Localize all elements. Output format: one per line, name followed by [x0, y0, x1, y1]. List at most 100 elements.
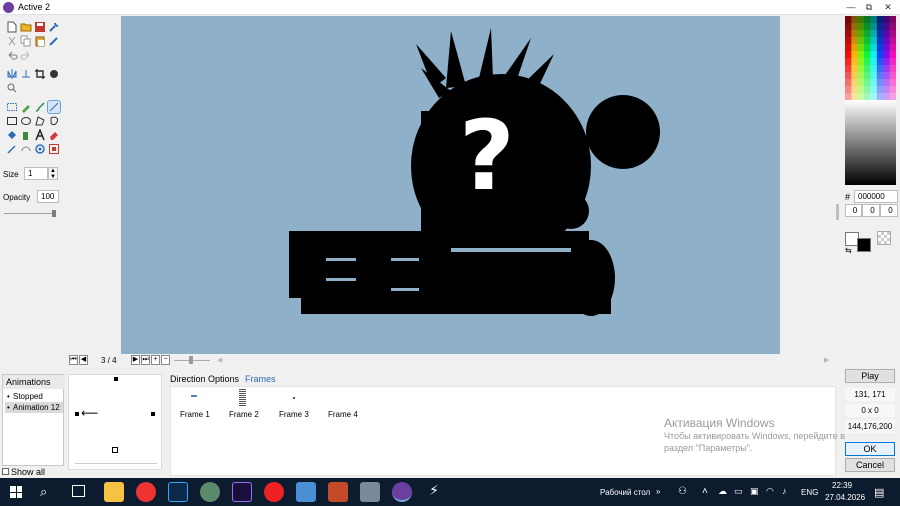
- opacity-slider-thumb[interactable]: [52, 210, 56, 217]
- tab-frames[interactable]: Frames: [245, 374, 276, 384]
- palette-swatch[interactable]: [851, 16, 859, 24]
- palette-swatch[interactable]: [870, 16, 878, 24]
- palette-swatch[interactable]: [845, 86, 852, 94]
- color-palette[interactable]: [845, 16, 897, 101]
- palette-swatch[interactable]: [857, 72, 865, 80]
- palette-swatch[interactable]: [876, 86, 884, 94]
- palette-swatch[interactable]: [883, 23, 891, 31]
- palette-swatch[interactable]: [883, 58, 891, 66]
- animate-icon[interactable]: [232, 482, 252, 502]
- palette-swatch[interactable]: [864, 51, 871, 59]
- task-view-icon[interactable]: [72, 485, 85, 497]
- palette-swatch[interactable]: [845, 58, 852, 66]
- palette-swatch[interactable]: [889, 23, 897, 31]
- palette-swatch[interactable]: [845, 23, 852, 31]
- palette-swatch[interactable]: [857, 65, 865, 73]
- palette-swatch[interactable]: [864, 65, 871, 73]
- animation-item-stopped[interactable]: Stopped: [5, 391, 63, 402]
- palette-swatch[interactable]: [883, 51, 891, 59]
- palette-swatch[interactable]: [851, 30, 859, 38]
- wrench-icon[interactable]: [48, 21, 60, 33]
- undo-icon[interactable]: [6, 49, 18, 61]
- messenger-icon[interactable]: [296, 482, 316, 502]
- palette-swatch[interactable]: [883, 16, 891, 24]
- size-input[interactable]: 1: [24, 167, 48, 180]
- palette-swatch[interactable]: [883, 86, 891, 94]
- palette-swatch[interactable]: [883, 93, 891, 101]
- show-all-checkbox[interactable]: [2, 468, 9, 475]
- palette-swatch[interactable]: [857, 37, 865, 45]
- palette-swatch[interactable]: [876, 37, 884, 45]
- palette-swatch[interactable]: [883, 65, 891, 73]
- palette-swatch[interactable]: [883, 44, 891, 52]
- palette-swatch[interactable]: [845, 30, 852, 38]
- text-tool-icon[interactable]: [34, 129, 46, 141]
- animation-item-selected[interactable]: Animation 12: [5, 402, 63, 413]
- notifications-icon[interactable]: ▤: [874, 486, 884, 499]
- clickteam-icon[interactable]: [392, 482, 412, 502]
- palette-swatch[interactable]: [889, 44, 897, 52]
- display-icon[interactable]: ▣: [750, 486, 759, 497]
- browser-icon[interactable]: [200, 482, 220, 502]
- palette-swatch[interactable]: [870, 86, 878, 94]
- crop-icon[interactable]: [34, 68, 46, 80]
- palette-swatch[interactable]: [870, 79, 878, 87]
- palette-swatch[interactable]: [845, 44, 852, 52]
- palette-swatch[interactable]: [889, 86, 897, 94]
- network-icon[interactable]: [360, 482, 380, 502]
- palette-swatch[interactable]: [845, 93, 852, 101]
- frame-slider-thumb[interactable]: [189, 356, 193, 364]
- clock-time[interactable]: 22:39: [832, 481, 852, 490]
- palette-swatch[interactable]: [864, 72, 871, 80]
- palette-swatch[interactable]: [883, 30, 891, 38]
- ok-button[interactable]: OK: [845, 442, 895, 456]
- hscroll-right-icon[interactable]: ▶: [824, 356, 829, 364]
- frame-thumbnail[interactable]: [293, 397, 295, 399]
- frame-thumbnail[interactable]: [239, 389, 246, 407]
- remove-frame-button[interactable]: −: [161, 355, 170, 365]
- palette-swatch[interactable]: [876, 16, 884, 24]
- palette-swatch[interactable]: [845, 65, 852, 73]
- palette-swatch[interactable]: [876, 93, 884, 101]
- line-tool-icon[interactable]: [47, 100, 61, 114]
- opacity-input[interactable]: 100: [37, 190, 59, 203]
- palette-swatch[interactable]: [889, 16, 897, 24]
- polygon-icon[interactable]: [34, 115, 46, 127]
- frame-thumbnail[interactable]: [191, 395, 197, 397]
- eraser-icon[interactable]: [48, 129, 60, 141]
- desktop-chevron-icon[interactable]: »: [656, 487, 660, 496]
- palette-swatch[interactable]: [889, 72, 897, 80]
- palette-swatch[interactable]: [870, 65, 878, 73]
- action-point-icon[interactable]: [48, 143, 60, 155]
- palette-swatch[interactable]: [864, 23, 871, 31]
- file-explorer-icon[interactable]: [104, 482, 124, 502]
- palette-swatch[interactable]: [857, 86, 865, 94]
- palette-swatch[interactable]: [889, 93, 897, 101]
- palette-swatch[interactable]: [889, 51, 897, 59]
- palette-swatch[interactable]: [857, 51, 865, 59]
- green-input[interactable]: 0: [862, 204, 880, 217]
- palette-swatch[interactable]: [870, 72, 878, 80]
- direction-marker-down[interactable]: [112, 447, 118, 453]
- palette-swatch[interactable]: [864, 86, 871, 94]
- direction-marker-right[interactable]: [151, 412, 155, 416]
- palette-swatch[interactable]: [857, 30, 865, 38]
- start-button[interactable]: [10, 486, 22, 498]
- yandex-icon[interactable]: [136, 482, 156, 502]
- palette-swatch[interactable]: [851, 51, 859, 59]
- last-frame-button[interactable]: ⏭: [141, 355, 150, 365]
- frame-label[interactable]: Frame 3: [279, 410, 309, 419]
- frame-label[interactable]: Frame 4: [328, 410, 358, 419]
- palette-swatch[interactable]: [876, 30, 884, 38]
- palette-swatch[interactable]: [851, 79, 859, 87]
- hscroll-left-icon[interactable]: ◀: [217, 356, 222, 364]
- rect-select-icon[interactable]: [6, 101, 18, 113]
- palette-swatch[interactable]: [857, 23, 865, 31]
- rectangle-icon[interactable]: [6, 115, 18, 127]
- magic-tool-icon[interactable]: [48, 35, 60, 47]
- size-spinner[interactable]: ▲ ▼: [48, 167, 58, 180]
- palette-swatch[interactable]: [876, 23, 884, 31]
- palette-swatch[interactable]: [876, 51, 884, 59]
- palette-swatch[interactable]: [845, 37, 852, 45]
- curve-icon[interactable]: [20, 143, 32, 155]
